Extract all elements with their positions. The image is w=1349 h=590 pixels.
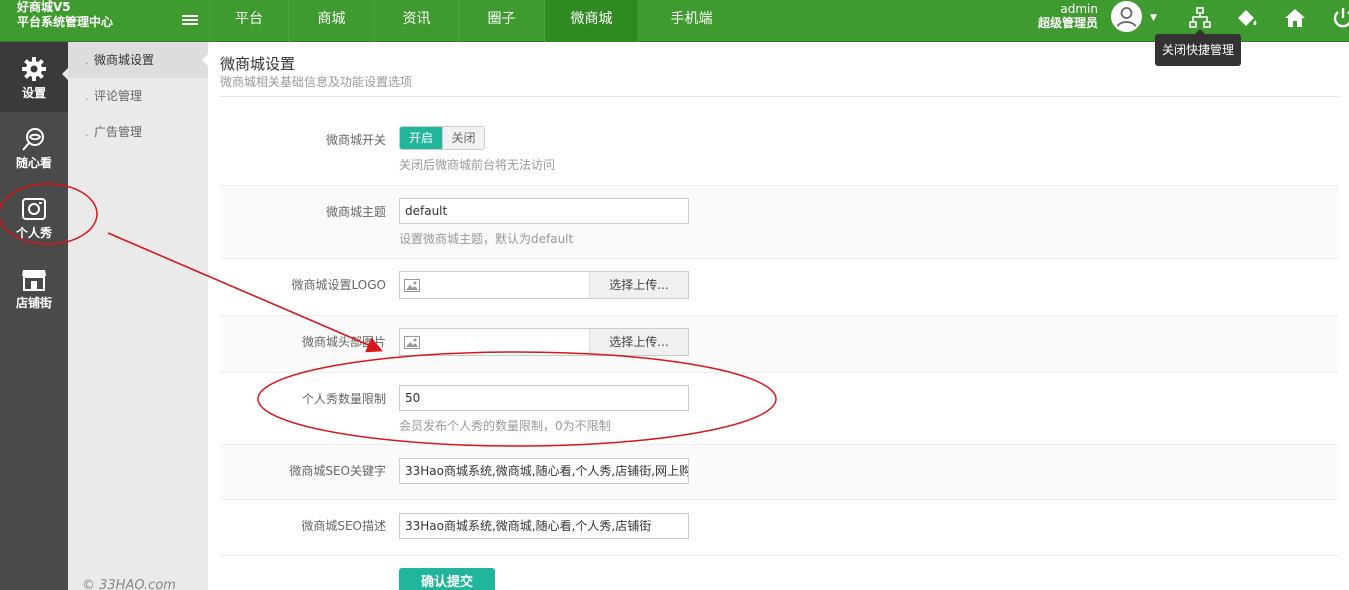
nav-micromall[interactable]: 微商城	[544, 0, 638, 42]
submenu-item-label: 评论管理	[94, 89, 143, 103]
main-content: 微商城设置 微商城相关基础信息及功能设置选项 微商城开关 开启 关闭 关闭后微商…	[208, 42, 1349, 590]
field-hint: 设置微商城主题，默认为default	[399, 232, 574, 246]
camera-icon	[22, 198, 46, 220]
form-row-show-limit: 个人秀数量限制 50 会员发布个人秀的数量限制，0为不限制	[220, 373, 1339, 445]
avatar[interactable]	[1111, 1, 1142, 32]
submenu-item-label: 广告管理	[94, 125, 143, 139]
form-row-switch: 微商城开关 开启 关闭 关闭后微商城前台将无法访问	[220, 114, 1339, 186]
micromall-switch[interactable]: 开启 关闭	[399, 126, 485, 150]
power-icon[interactable]	[1331, 6, 1349, 30]
field-label: 微商城设置LOGO	[291, 278, 386, 292]
nav-platform[interactable]: 平台	[209, 0, 288, 42]
divider	[220, 96, 1339, 97]
sidebar-item-label: 店铺街	[15, 296, 52, 310]
top-nav: 平台 商城 资讯 圈子 微商城 手机端	[209, 0, 744, 42]
logo-upload-button[interactable]: 选择上传...	[590, 272, 688, 298]
field-label: 微商城SEO关键字	[289, 464, 386, 478]
sidebar-item-label: 设置	[21, 86, 46, 100]
field-label: 微商城主题	[325, 205, 386, 219]
form-row-logo: 微商城设置LOGO 选择上传...	[220, 259, 1339, 316]
sidebar-item-browse[interactable]: 随心看	[0, 112, 68, 182]
menu-toggle-icon[interactable]	[182, 15, 198, 27]
top-bar: 好商城V5 平台系统管理中心 平台 商城 资讯 圈子 微商城 手机端 admin…	[0, 0, 1349, 42]
field-hint: 关闭后微商城前台将无法访问	[399, 158, 556, 172]
header-image-upload-button[interactable]: 选择上传...	[590, 329, 688, 355]
submenu-item-ads[interactable]: . 广告管理	[68, 114, 208, 150]
logo-upload: 选择上传...	[399, 271, 689, 299]
user-role: 超级管理员	[1037, 16, 1098, 30]
image-preview	[400, 329, 590, 355]
field-label: 微商城SEO描述	[301, 519, 386, 533]
sidebar-item-label: 个人秀	[15, 226, 52, 240]
field-label: 个人秀数量限制	[301, 392, 386, 406]
form-row-seo-description: 微商城SEO描述 33Hao商城系统,微商城,随心看,个人秀,店铺街	[220, 500, 1339, 556]
home-icon[interactable]	[1283, 6, 1307, 30]
nav-mall[interactable]: 商城	[288, 0, 374, 42]
sidebar-item-settings[interactable]: 设置	[0, 42, 68, 112]
nav-mobile[interactable]: 手机端	[638, 0, 744, 42]
brand-subtitle: 平台系统管理中心	[17, 15, 114, 29]
page-title: 微商城设置	[220, 55, 296, 73]
field-label: 微商城开关	[325, 133, 386, 147]
submenu-item-label: 微商城设置	[94, 53, 155, 67]
form-row-seo-keywords: 微商城SEO关键字 33Hao商城系统,微商城,随心看,个人秀,店铺街,网上购	[220, 445, 1339, 500]
switch-on-button[interactable]: 开启	[400, 127, 442, 149]
sidebar-item-personal-show[interactable]: 个人秀	[0, 182, 68, 252]
theme-input[interactable]: default	[399, 198, 689, 224]
nav-news[interactable]: 资讯	[374, 0, 458, 42]
user-info: admin 超级管理员	[1038, 2, 1098, 30]
show-limit-input[interactable]: 50	[399, 385, 689, 411]
seo-keywords-input[interactable]: 33Hao商城系统,微商城,随心看,个人秀,店铺街,网上购	[399, 458, 689, 484]
page-subtitle: 微商城相关基础信息及功能设置选项	[220, 75, 413, 89]
nav-circle[interactable]: 圈子	[458, 0, 544, 42]
header-image-upload: 选择上传...	[399, 328, 689, 356]
submenu-item-micromall-settings[interactable]: . 微商城设置	[68, 42, 208, 78]
sidebar-item-store-street[interactable]: 店铺街	[0, 252, 68, 322]
field-label: 微商城头部图片	[301, 335, 386, 349]
sidebar-item-label: 随心看	[15, 156, 52, 170]
switch-off-button[interactable]: 关闭	[442, 127, 484, 149]
icon-sidebar: 设置 随心看 个人秀 店铺街	[0, 42, 68, 590]
submit-button[interactable]: 确认提交	[399, 568, 495, 590]
form-row-theme: 微商城主题 default 设置微商城主题，默认为default	[220, 186, 1339, 259]
paint-bucket-icon[interactable]	[1235, 6, 1259, 30]
sub-menu: . 微商城设置 . 评论管理 . 广告管理	[68, 42, 208, 590]
store-icon	[22, 270, 46, 291]
image-preview	[400, 272, 590, 298]
field-hint: 会员发布个人秀的数量限制，0为不限制	[399, 419, 611, 433]
user-name: admin	[1060, 2, 1098, 16]
brand-title: 好商城V5	[17, 0, 71, 14]
copyright: © 33HAO.com	[82, 578, 176, 590]
image-icon	[404, 336, 420, 349]
chevron-down-icon[interactable]: ▼	[1150, 13, 1157, 23]
gear-icon	[22, 57, 46, 81]
seo-description-input[interactable]: 33Hao商城系统,微商城,随心看,个人秀,店铺街	[399, 513, 689, 539]
eye-magnifier-icon	[22, 128, 44, 151]
sitemap-icon[interactable]	[1188, 6, 1212, 30]
submenu-item-comments[interactable]: . 评论管理	[68, 78, 208, 114]
image-icon	[404, 279, 420, 292]
form-row-header-image: 微商城头部图片 选择上传...	[220, 316, 1339, 373]
